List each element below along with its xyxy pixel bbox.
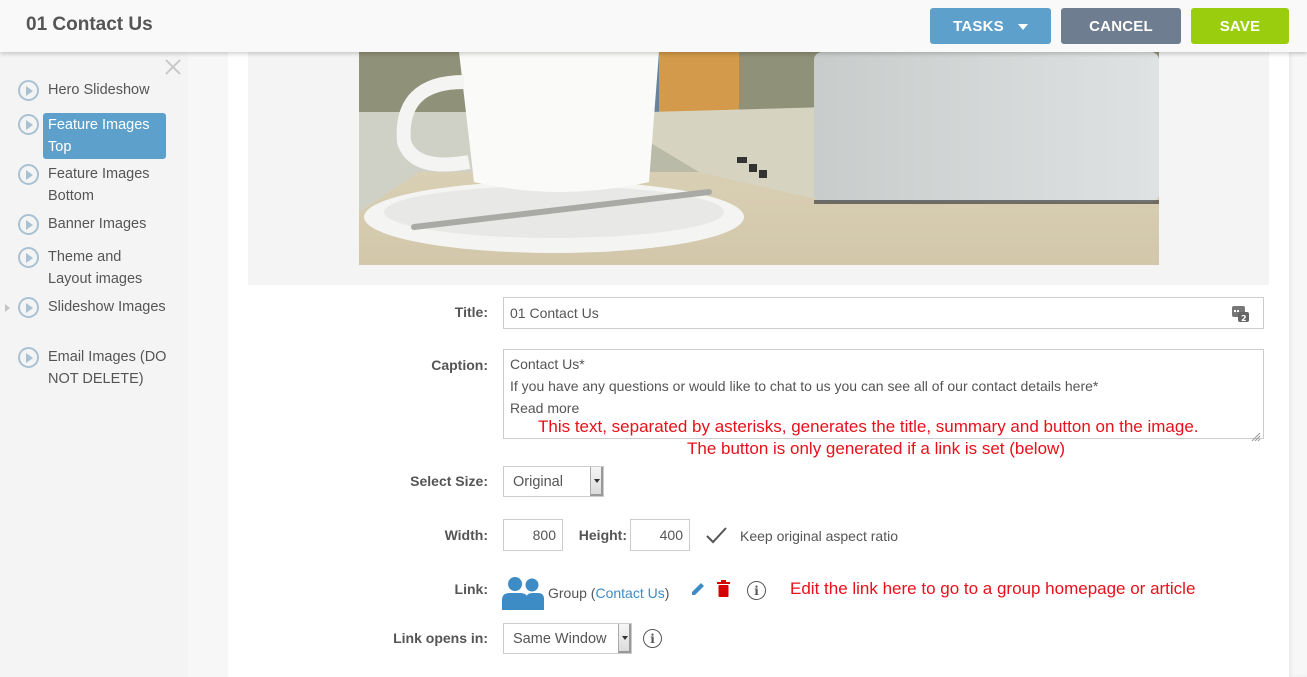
resize-handle-icon[interactable] [1251,426,1261,442]
link-target[interactable]: Contact Us [595,585,664,601]
caption-annotation: This text, separated by asterisks, gener… [538,417,1199,436]
caption-line: Contact Us* [510,356,585,372]
link-close: ) [664,585,670,601]
coffee-laptop-photo [359,52,1159,265]
sidebar-item-label: Slideshow Images [48,299,166,315]
translate-icon[interactable]: 2 [1232,306,1249,323]
link-text: Group (Contact Us) [548,585,669,601]
tasks-button[interactable]: TASKS [930,8,1051,44]
link-opens-label: Link opens in: [393,630,488,646]
sidebar-item-banner-images[interactable]: Banner Images [18,213,168,235]
image-preview [359,52,1159,265]
play-circle-icon [18,347,39,368]
svg-text:2: 2 [1241,314,1247,322]
sidebar-item-label: Banner Images [48,216,147,232]
width-label: Width: [444,527,488,543]
caption-line: Read more [510,400,580,416]
title-label: Title: [454,304,488,320]
sidebar-item-feature-images-top[interactable]: Feature Images Top [18,113,166,159]
size-select-value: Original [513,473,563,490]
dropdown-arrow-icon [590,467,603,496]
cancel-button[interactable]: CANCEL [1061,8,1181,44]
sidebar-item-label: Hero Slideshow [48,82,150,98]
image-preview-area [248,52,1269,285]
sidebar-item-theme-layout-images[interactable]: Theme and Layout images [18,246,168,290]
caret-down-icon [1017,24,1028,30]
aspect-ratio-label[interactable]: Keep original aspect ratio [740,528,898,544]
height-label: Height: [578,527,627,543]
size-select[interactable]: Original [503,466,604,497]
title-value: 01 Contact Us [510,305,599,321]
select-size-label: Select Size: [410,473,488,489]
page-title: 01 Contact Us [26,14,153,35]
trash-icon[interactable] [717,580,730,597]
link-opens-select[interactable]: Same Window [503,623,632,654]
close-icon[interactable] [163,57,183,77]
sidebar-item-label: Feature Images Top [43,113,166,159]
play-circle-icon [18,114,39,135]
image-detail-panel: Title: 01 Contact Us 2 Caption: Contact … [228,52,1289,677]
caption-annotation-2: The button is only generated if a link i… [687,439,1065,458]
sidebar-item-label: Feature Images Bottom [48,166,150,204]
play-circle-icon [18,214,39,235]
checkmark-icon[interactable] [705,526,727,544]
width-input[interactable]: 800 [503,519,563,551]
link-annotation: Edit the link here to go to a group home… [790,579,1196,598]
expand-arrow-icon[interactable] [5,304,10,312]
save-button[interactable]: SAVE [1191,8,1289,44]
caption-label: Caption: [431,357,488,373]
top-bar: 01 Contact Us TASKS CANCEL SAVE [0,0,1307,52]
dropdown-arrow-icon [618,624,631,653]
height-input[interactable]: 400 [630,519,690,551]
play-circle-icon [18,297,39,318]
sidebar-item-feature-images-bottom[interactable]: Feature Images Bottom [18,163,168,207]
title-input[interactable]: 01 Contact Us 2 [503,297,1264,329]
link-info-icon[interactable]: i [747,581,766,600]
sidebar-item-label: Email Images (DO NOT DELETE) [48,349,167,387]
tasks-label: TASKS [953,17,1004,35]
group-icon [502,576,544,610]
play-circle-icon [18,164,39,185]
link-opens-value: Same Window [513,630,607,647]
play-circle-icon [18,80,39,101]
caption-line: If you have any questions or would like … [510,378,1099,394]
link-type: Group ( [548,585,596,601]
pencil-icon[interactable] [690,581,706,597]
sidebar-item-slideshow-images[interactable]: Slideshow Images [18,296,168,318]
folder-sidebar: Hero Slideshow Feature Images Top Featur… [0,52,188,677]
link-label: Link: [454,581,488,597]
play-circle-icon [18,247,39,268]
sidebar-item-email-images[interactable]: Email Images (DO NOT DELETE) [18,346,168,390]
link-opens-info-icon[interactable]: i [643,629,662,648]
sidebar-item-label: Theme and Layout images [48,249,143,287]
right-gutter [1289,52,1307,677]
sidebar-item-hero-slideshow[interactable]: Hero Slideshow [18,79,168,101]
